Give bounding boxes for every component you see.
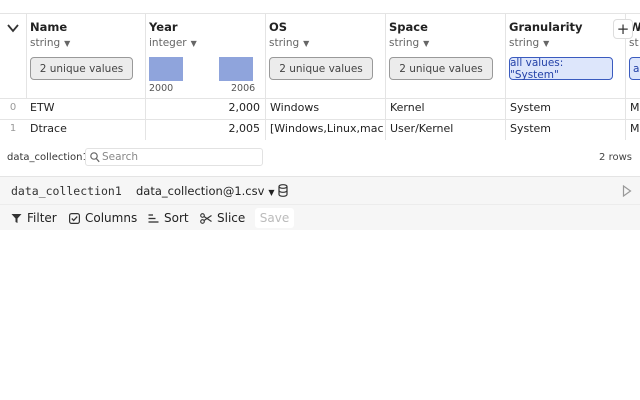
dataset-titlebar: data_collection1 data_collection@1.csv ▼ [0,176,640,205]
cell-partial[interactable]: M [630,122,640,135]
row-divider [0,119,640,120]
unique-values-button[interactable]: 2 unique values [30,57,133,80]
histogram-bin[interactable] [149,57,183,81]
database-icon[interactable] [278,184,288,197]
caret-down-icon: ▼ [268,188,275,197]
caret-down-icon: ▼ [543,39,550,48]
cell-year[interactable]: 2,005 [149,122,261,135]
columns-button[interactable]: Columns [69,209,137,227]
cell-divider [145,98,146,140]
slice-button[interactable]: Slice [200,209,245,227]
column-type-dropdown[interactable]: string ▼ [30,37,70,49]
cell-divider [625,98,626,140]
column-type-dropdown[interactable]: string ▼ [389,37,429,49]
dataset-title[interactable]: data_collection1 [11,184,122,198]
cell-space[interactable]: User/Kernel [390,122,503,135]
column-type-dropdown[interactable]: string ▼ [269,37,309,49]
filter-icon [11,213,22,223]
filter-label: Filter [27,211,57,225]
cell-os[interactable]: Windows [270,101,383,114]
search-icon [90,152,100,163]
cell-partial[interactable]: M [630,101,640,114]
histogram-max-label: 2006 [231,83,256,94]
play-icon[interactable] [622,185,632,197]
column-name: Year [149,20,178,34]
column-header-space[interactable]: Space string ▼ 2 unique values [385,13,506,98]
cell-name[interactable]: Dtrace [30,122,142,135]
column-header-os[interactable]: OS string ▼ 2 unique values [265,13,386,98]
sort-icon [148,213,159,223]
unique-values-button[interactable]: 2 unique values [269,57,373,80]
table-footer: data_collection1 Search 2 rows [0,140,640,176]
chevron-down-icon [7,24,19,33]
caret-down-icon: ▼ [423,39,430,48]
caret-down-icon: ▼ [64,39,71,48]
cell-os[interactable]: [Windows,Linux,macOS] [270,122,384,135]
cell-divider [265,98,266,140]
save-button[interactable]: Save [255,208,294,228]
collapse-header-toggle[interactable] [0,13,27,98]
summary-button[interactable]: a [629,57,640,80]
column-type-dropdown[interactable]: st [629,37,639,49]
cell-granularity[interactable]: System [510,122,623,135]
cell-divider [505,98,506,140]
row-divider [0,98,640,99]
histogram-bin[interactable] [219,57,253,81]
plus-icon: + [616,20,630,38]
column-name: Name [30,20,68,34]
file-version-dropdown[interactable]: data_collection@1.csv ▼ [136,184,275,198]
cell-space[interactable]: Kernel [390,101,503,114]
cell-year[interactable]: 2,000 [149,101,261,114]
column-header-granularity[interactable]: Granularity string ▼ all values: "System" [505,13,626,98]
column-header-year[interactable]: Year integer ▼ 2000 2006 [145,13,266,98]
row-count: 2 rows [599,152,632,163]
table-name-label: data_collection1 [7,152,89,163]
sort-button[interactable]: Sort [148,209,189,227]
all-values-button[interactable]: all values: "System" [509,57,613,81]
column-type-dropdown[interactable]: string ▼ [509,37,549,49]
unique-values-button[interactable]: 2 unique values [389,57,493,80]
slice-label: Slice [217,211,246,225]
histogram-min-label: 2000 [149,83,174,94]
checkbox-icon [69,212,80,224]
row-index: 1 [9,123,17,134]
caret-down-icon: ▼ [190,39,197,48]
row-index: 0 [9,102,17,113]
column-name: Granularity [509,20,583,34]
data-table-panel: Name string ▼ 2 unique values Year intege… [0,0,640,230]
column-type-dropdown[interactable]: integer ▼ [149,37,197,49]
caret-down-icon: ▼ [303,39,310,48]
filter-button[interactable]: Filter [11,209,57,227]
add-column-button[interactable]: + [613,19,633,39]
column-name: OS [269,20,288,34]
scissors-icon [200,212,212,224]
column-name: Space [389,20,428,34]
table-toolbar: Filter Columns Sort Slice Save [0,204,640,230]
columns-label: Columns [85,211,138,225]
sort-label: Sort [164,211,189,225]
cell-divider [385,98,386,140]
search-placeholder: Search [102,151,139,163]
search-input[interactable]: Search [85,148,263,166]
cell-name[interactable]: ETW [30,101,142,114]
cell-granularity[interactable]: System [510,101,623,114]
column-header-name[interactable]: Name string ▼ 2 unique values [26,13,146,98]
